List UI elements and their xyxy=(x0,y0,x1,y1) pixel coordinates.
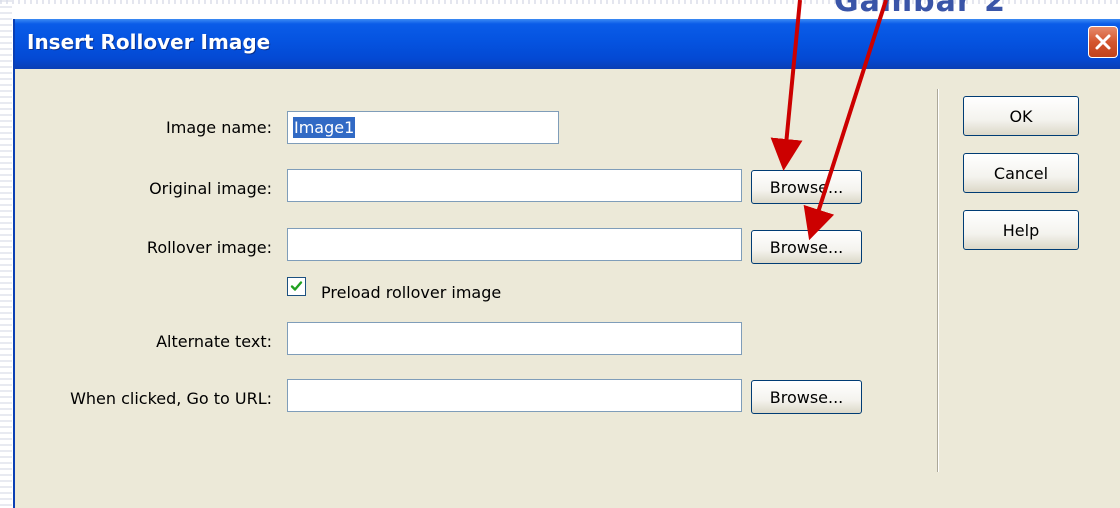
original-image-label: Original image: xyxy=(149,179,272,198)
cancel-button[interactable]: Cancel xyxy=(963,153,1079,193)
image-name-label: Image name: xyxy=(166,118,272,137)
alternate-text-input[interactable] xyxy=(287,322,742,355)
alternate-text-label: Alternate text: xyxy=(156,332,272,351)
title-bar[interactable]: Insert Rollover Image xyxy=(15,19,1120,69)
image-name-value: Image1 xyxy=(293,117,356,138)
checkmark-icon xyxy=(290,281,303,291)
dialog-title: Insert Rollover Image xyxy=(27,30,271,54)
close-button[interactable] xyxy=(1088,26,1118,58)
original-image-input[interactable] xyxy=(287,169,742,202)
rollover-image-label: Rollover image: xyxy=(146,238,272,257)
original-image-browse-button[interactable]: Browse... xyxy=(751,170,862,204)
slide-border-left xyxy=(0,0,12,508)
go-to-url-browse-button[interactable]: Browse... xyxy=(751,380,862,414)
insert-rollover-image-dialog: Insert Rollover Image Image name: Image1… xyxy=(13,19,1120,508)
slide-annotation: Gambar 2 xyxy=(834,0,1006,19)
rollover-image-browse-button[interactable]: Browse... xyxy=(751,230,862,264)
vertical-separator xyxy=(937,89,939,472)
go-to-url-label: When clicked, Go to URL: xyxy=(70,389,272,408)
rollover-image-input[interactable] xyxy=(287,228,742,261)
go-to-url-input[interactable] xyxy=(287,379,742,412)
help-button[interactable]: Help xyxy=(963,210,1079,250)
preload-checkbox-label[interactable]: Preload rollover image xyxy=(321,283,501,302)
preload-checkbox[interactable] xyxy=(287,277,306,296)
ok-button[interactable]: OK xyxy=(963,96,1079,136)
close-icon xyxy=(1095,34,1111,50)
image-name-input[interactable]: Image1 xyxy=(287,111,559,144)
